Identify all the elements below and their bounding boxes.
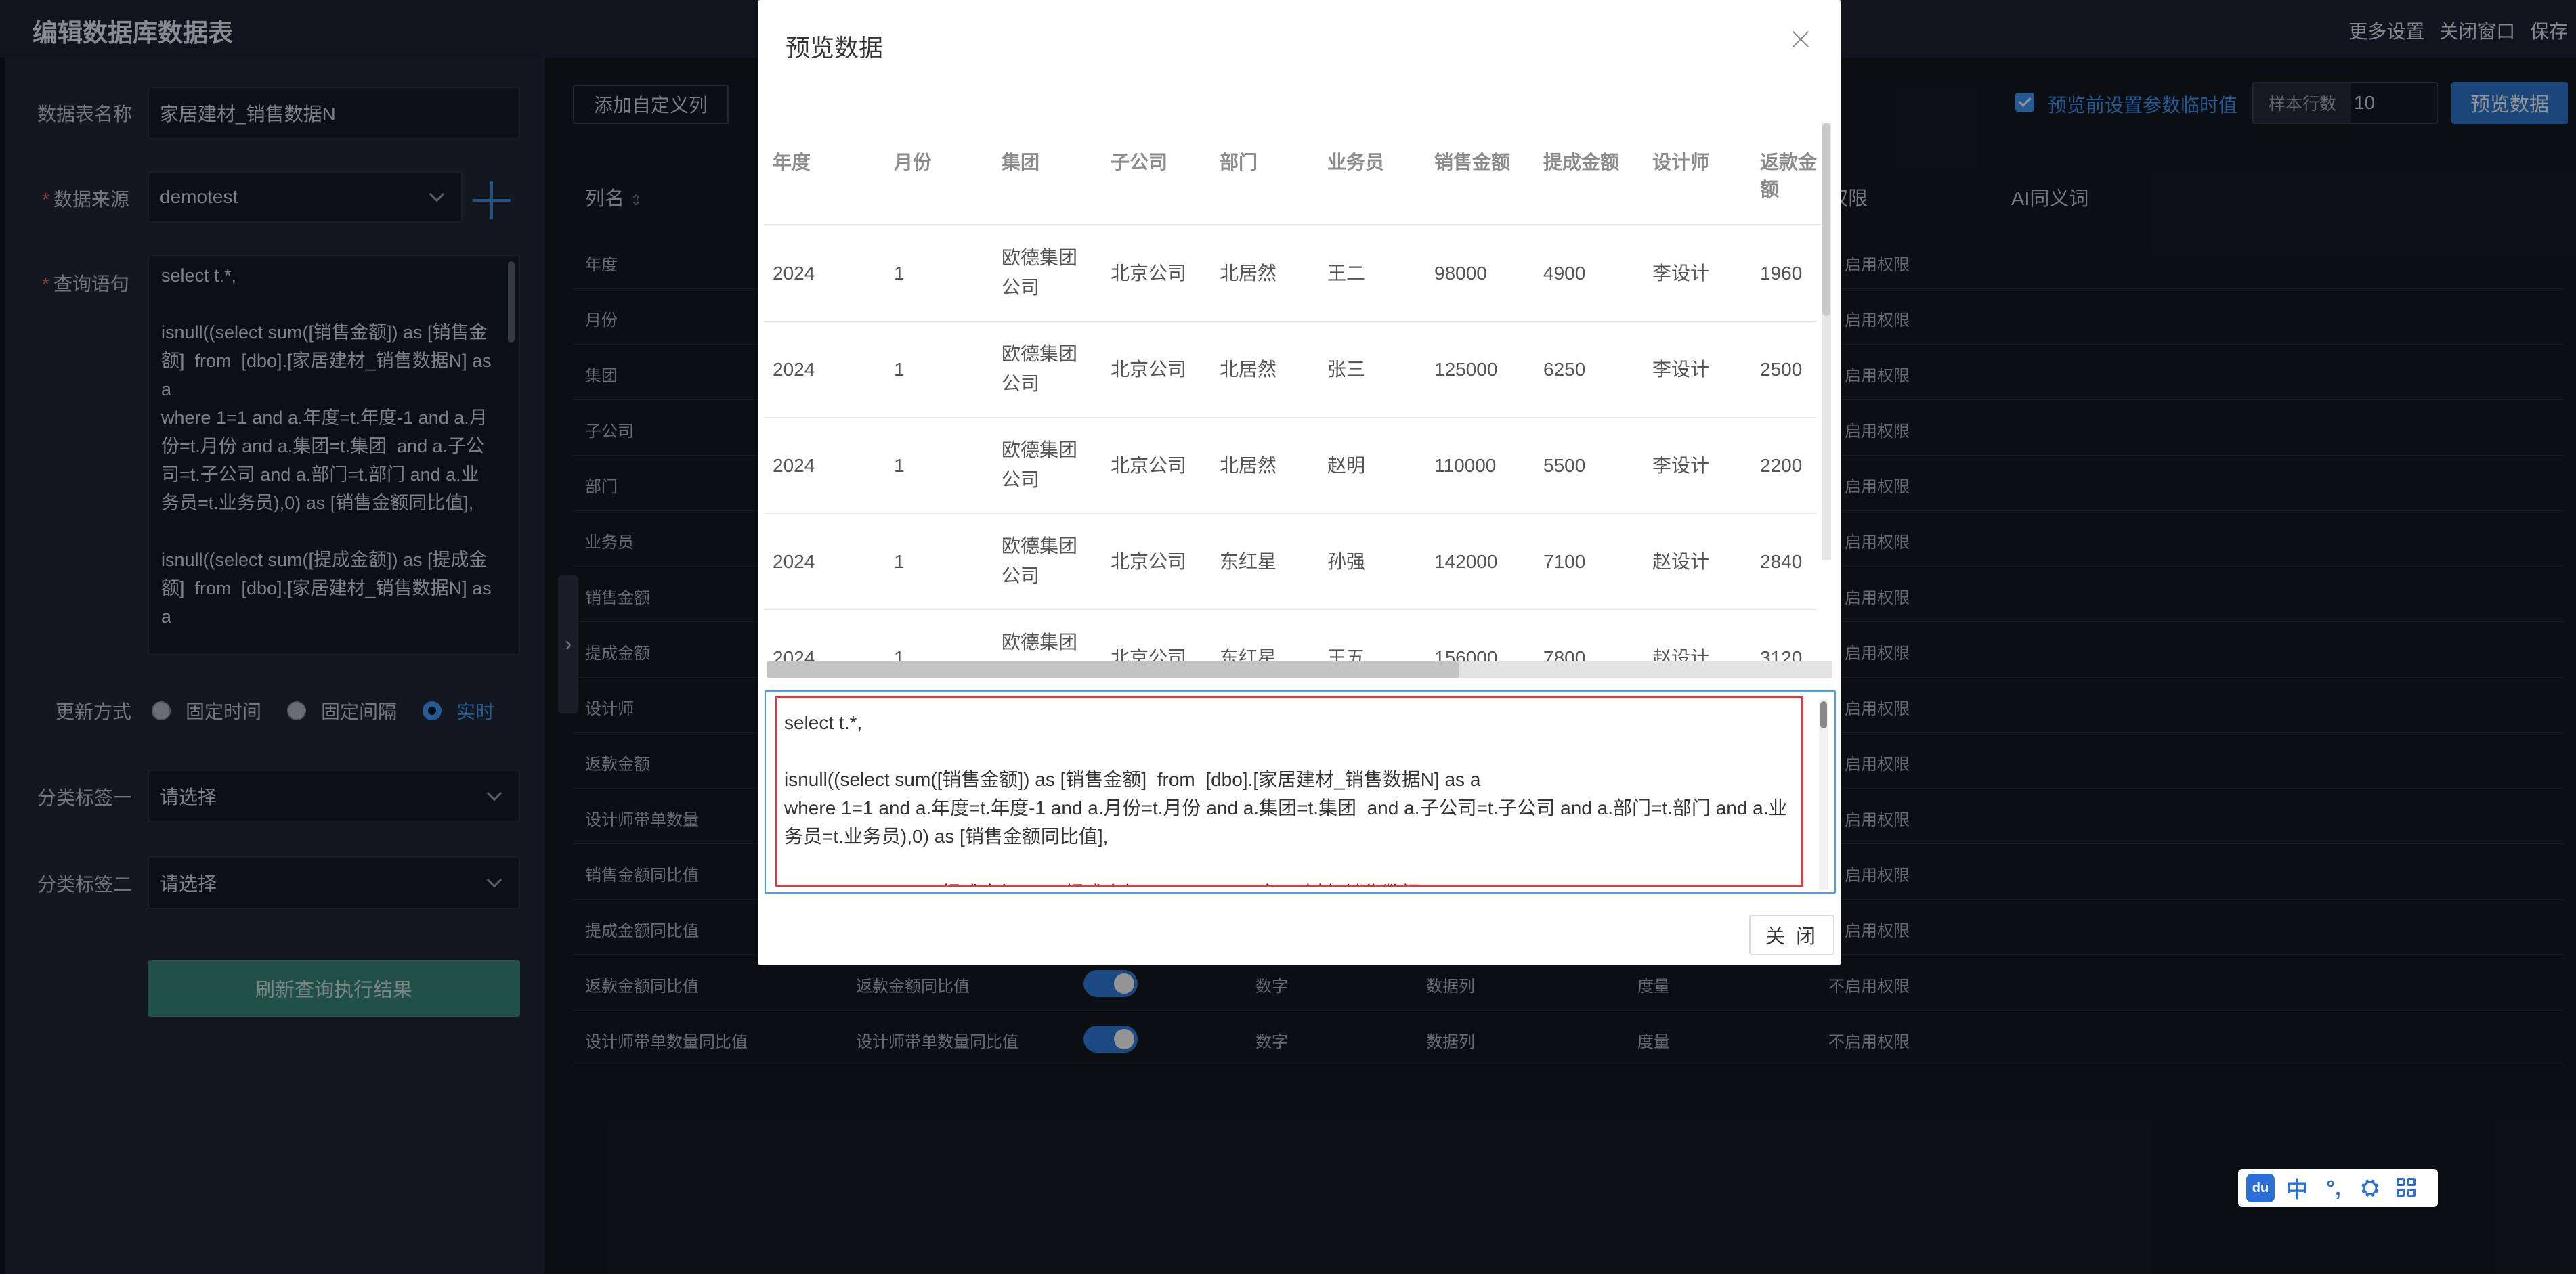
header-cell: 销售金额: [1434, 152, 1511, 173]
ime-toolbar: du 中 °, ⛭: [2238, 1169, 2438, 1207]
table-cell: 4900: [1543, 263, 1586, 284]
table-cell: 欧德集团公司: [1002, 343, 1078, 394]
table-row[interactable]: 2024 1 欧德集团公司 北京公司 北居然 张三 125000 6250 李设计 2500: [764, 322, 1817, 418]
table-cell: 2840: [1760, 551, 1803, 572]
skin-icon[interactable]: ⛭: [2356, 1174, 2384, 1202]
header-cell: 子公司: [1111, 152, 1168, 173]
preview-horizontal-scrollbar[interactable]: [767, 661, 1832, 678]
table-cell: 2024: [773, 263, 815, 284]
table-cell: 北居然: [1220, 455, 1277, 476]
table-cell: 李设计: [1652, 455, 1710, 476]
table-cell: 赵明: [1327, 455, 1366, 476]
table-cell: 欧德集团公司: [1002, 535, 1078, 586]
header-cell: 年度: [773, 152, 811, 173]
table-cell: 李设计: [1652, 359, 1710, 380]
table-cell: 6250: [1543, 359, 1586, 380]
table-cell: 1: [894, 551, 905, 572]
header-cell: 提成金额: [1543, 152, 1620, 173]
table-cell: 张三: [1327, 359, 1366, 380]
table-cell: 北京公司: [1111, 359, 1187, 380]
table-row[interactable]: 2024 1 欧德集团公司 北京公司 东红星 孙强 142000 7100 赵设计 2840: [764, 514, 1817, 610]
preview-table-header: 年度 月份 集团 子公司 部门 业务员 销售金额 提成金额 设计师 返款金额: [764, 102, 1828, 225]
close-icon[interactable]: [1787, 26, 1814, 53]
paw-icon[interactable]: du: [2246, 1174, 2275, 1202]
sql-preview-text: select t.*, isnull((select sum([销售金额]) a…: [775, 696, 1803, 887]
table-cell: 2024: [773, 359, 815, 380]
header-cell: 设计师: [1652, 152, 1710, 173]
header-cell: 部门: [1220, 152, 1258, 173]
table-cell: 2200: [1760, 455, 1803, 476]
sql-preview-box[interactable]: select t.*, isnull((select sum([销售金额]) a…: [765, 690, 1836, 894]
table-cell: 北居然: [1220, 263, 1277, 284]
table-cell: 北京公司: [1111, 551, 1187, 572]
table-cell: 欧德集团公司: [1002, 247, 1078, 298]
table-cell: 王二: [1327, 263, 1366, 284]
grid-cell-glyph: [2407, 1189, 2416, 1197]
table-cell: 北京公司: [1111, 455, 1187, 476]
table-cell: 1: [894, 263, 905, 284]
header-cell: 月份: [894, 152, 932, 173]
grid-cell-glyph: [2397, 1178, 2405, 1186]
grid-glyph: [2397, 1178, 2417, 1198]
grid-cell-glyph: [2407, 1178, 2416, 1186]
table-cell: 2024: [773, 455, 815, 476]
preview-vertical-scrollbar[interactable]: [1822, 123, 1831, 560]
table-cell: 李设计: [1652, 263, 1710, 284]
preview-table: 年度 月份 集团 子公司 部门 业务员 销售金额 提成金额 设计师 返款金额 2…: [764, 102, 1828, 677]
header-cell: 集团: [1002, 152, 1040, 173]
ime-punct-toggle[interactable]: °,: [2319, 1174, 2348, 1202]
grid-cell-glyph: [2397, 1189, 2405, 1197]
scrollbar-thumb[interactable]: [1820, 701, 1827, 728]
table-cell: 5500: [1543, 455, 1586, 476]
scrollbar-thumb[interactable]: [1822, 123, 1830, 316]
header-cell: 返款金额: [1760, 152, 1818, 200]
table-cell: 142000: [1434, 551, 1498, 572]
table-cell: 2024: [773, 551, 815, 572]
modal-title: 预览数据: [786, 34, 884, 62]
table-row[interactable]: 2024 1 欧德集团公司 北京公司 北居然 王二 98000 4900 李设计 1960: [764, 225, 1817, 322]
table-cell: 1: [894, 359, 905, 380]
table-cell: 孙强: [1327, 551, 1366, 572]
table-cell: 东红星: [1220, 551, 1277, 572]
header-cell: 业务员: [1327, 152, 1385, 173]
preview-data-modal: 预览数据 年度 月份 集团 子公司 部门 业务员 销售金额 提成金额 设计师 返…: [758, 0, 1841, 965]
ime-lang-toggle[interactable]: 中: [2283, 1174, 2311, 1202]
sql-preview-scrollbar[interactable]: [1819, 699, 1828, 889]
grid-menu-icon[interactable]: [2392, 1174, 2421, 1202]
table-cell: 7100: [1543, 551, 1586, 572]
table-cell: 125000: [1434, 359, 1498, 380]
table-cell: 1: [894, 455, 905, 476]
table-cell: 北居然: [1220, 359, 1277, 380]
table-cell: 欧德集团公司: [1002, 439, 1078, 490]
scrollbar-thumb[interactable]: [767, 661, 1459, 678]
table-cell: 1960: [1760, 263, 1803, 284]
table-cell: 98000: [1434, 263, 1487, 284]
table-cell: 北京公司: [1111, 263, 1187, 284]
table-cell: 110000: [1434, 455, 1497, 476]
modal-close-button[interactable]: 关 闭: [1749, 915, 1834, 955]
table-row[interactable]: 2024 1 欧德集团公司 北京公司 北居然 赵明 110000 5500 李设计 2200: [764, 418, 1817, 514]
table-cell: 2500: [1760, 359, 1803, 380]
table-cell: 赵设计: [1652, 551, 1710, 572]
